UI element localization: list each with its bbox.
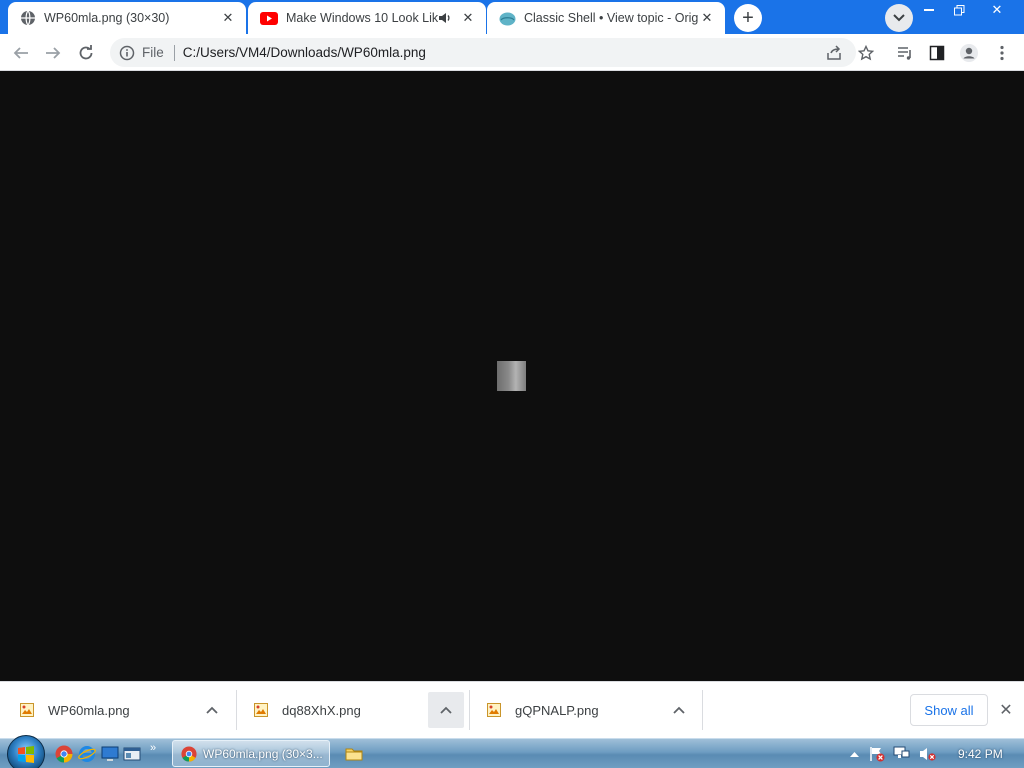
- tab-search-button[interactable]: [885, 4, 913, 32]
- download-item[interactable]: WP60mla.png: [20, 690, 130, 730]
- plus-icon: +: [742, 6, 754, 29]
- url-text[interactable]: C:/Users/VM4/Downloads/WP60mla.png: [183, 45, 426, 60]
- share-button[interactable]: [821, 40, 847, 66]
- close-icon[interactable]: ✕: [460, 10, 476, 26]
- scheme-label: File: [142, 45, 164, 60]
- more-vert-icon: [1000, 45, 1004, 61]
- tab-title: Make Windows 10 Look Like: [286, 11, 438, 25]
- restore-icon: [953, 4, 965, 16]
- download-options-button[interactable]: [661, 692, 697, 728]
- divider: [236, 690, 237, 730]
- youtube-icon: [260, 11, 278, 25]
- tab-classic-shell[interactable]: Classic Shell • View topic - Origin ✕: [487, 2, 725, 34]
- star-icon: [858, 45, 874, 61]
- image-file-icon: [20, 703, 34, 717]
- window-close-button[interactable]: ✕: [974, 0, 1020, 20]
- reading-list-button[interactable]: [892, 40, 918, 66]
- download-item[interactable]: gQPNALP.png: [487, 690, 599, 730]
- profile-button[interactable]: [956, 40, 982, 66]
- reading-list-icon: [897, 45, 913, 61]
- close-icon[interactable]: ✕: [220, 10, 236, 26]
- speaker-icon[interactable]: [438, 12, 452, 24]
- action-center-flag-icon[interactable]: [869, 746, 885, 762]
- divider: [702, 690, 703, 730]
- tab-strip: WP60mla.png (30×30) ✕ Make Windows 10 Lo…: [0, 0, 1024, 34]
- close-icon: ✕: [991, 2, 1003, 17]
- download-filename: WP60mla.png: [48, 702, 130, 718]
- clock[interactable]: 9:42 PM: [958, 747, 1003, 761]
- tab-youtube[interactable]: Make Windows 10 Look Like ✕: [248, 2, 486, 34]
- bookmark-button[interactable]: [853, 40, 879, 66]
- forward-button[interactable]: [40, 40, 66, 66]
- back-button[interactable]: [8, 40, 34, 66]
- internet-explorer-icon[interactable]: [78, 745, 96, 763]
- folder-icon[interactable]: [345, 745, 363, 763]
- reload-button[interactable]: [73, 40, 99, 66]
- window-controls: ✕: [914, 0, 1020, 20]
- share-icon: [826, 45, 842, 61]
- side-panel-icon: [929, 45, 945, 61]
- tab-title: Classic Shell • View topic - Origin: [524, 11, 699, 25]
- download-filename: gQPNALP.png: [515, 702, 599, 718]
- download-item[interactable]: dq88XhX.png: [254, 690, 361, 730]
- address-bar[interactable]: File C:/Users/VM4/Downloads/WP60mla.png: [110, 38, 856, 67]
- volume-muted-icon[interactable]: [919, 746, 937, 762]
- divider: [469, 690, 470, 730]
- taskbar-window-label: WP60mla.png (30×3...: [203, 746, 323, 761]
- chrome-icon: [181, 745, 197, 762]
- displayed-image[interactable]: [497, 361, 526, 391]
- arrow-left-icon: [13, 45, 29, 61]
- download-options-button[interactable]: [194, 692, 230, 728]
- image-viewer: [0, 71, 1024, 681]
- avatar-icon: [959, 43, 979, 63]
- chrome-icon[interactable]: [55, 745, 73, 763]
- close-download-bar-button[interactable]: ✕: [996, 700, 1016, 720]
- minimize-icon: [924, 8, 934, 12]
- download-shelf: WP60mla.png dq88XhX.png gQPNALP.png Show…: [0, 681, 1024, 738]
- chevron-up-icon: [440, 706, 452, 714]
- network-icon[interactable]: [893, 746, 911, 762]
- show-hidden-icons-icon[interactable]: [850, 751, 859, 757]
- globe-icon: [20, 10, 36, 26]
- taskbar: » WP60mla.png (30×3... 9:42 PM: [0, 735, 1024, 768]
- download-options-button[interactable]: [428, 692, 464, 728]
- side-panel-button[interactable]: [924, 40, 950, 66]
- system-tray: [850, 739, 937, 768]
- chevron-down-icon: [893, 14, 905, 22]
- show-desktop-icon[interactable]: [101, 745, 119, 763]
- chevron-right-icon[interactable]: »: [150, 742, 156, 754]
- reload-icon: [78, 45, 94, 61]
- chevron-up-icon: [206, 706, 218, 714]
- start-button[interactable]: [7, 735, 45, 768]
- close-icon[interactable]: ✕: [699, 10, 715, 26]
- arrow-right-icon: [45, 45, 61, 61]
- taskbar-window-button[interactable]: WP60mla.png (30×3...: [172, 740, 330, 767]
- minimize-button[interactable]: [914, 0, 944, 20]
- menu-button[interactable]: [989, 40, 1015, 66]
- windows-logo-icon: [17, 745, 35, 763]
- restore-button[interactable]: [944, 0, 974, 20]
- divider: [173, 44, 175, 61]
- download-filename: dq88XhX.png: [282, 702, 361, 718]
- tab-title: WP60mla.png (30×30): [44, 11, 170, 25]
- classic-shell-icon: [499, 11, 516, 26]
- show-all-button[interactable]: Show all: [910, 694, 988, 726]
- chevron-up-icon: [673, 706, 685, 714]
- tab-active-image[interactable]: WP60mla.png (30×30) ✕: [8, 2, 246, 34]
- info-icon[interactable]: [118, 44, 136, 62]
- image-file-icon: [254, 703, 268, 717]
- browser-toolbar: File C:/Users/VM4/Downloads/WP60mla.png: [0, 34, 1024, 71]
- close-icon: ✕: [999, 702, 1013, 719]
- image-file-icon: [487, 703, 501, 717]
- new-tab-button[interactable]: +: [734, 4, 762, 32]
- explorer-icon[interactable]: [123, 745, 141, 763]
